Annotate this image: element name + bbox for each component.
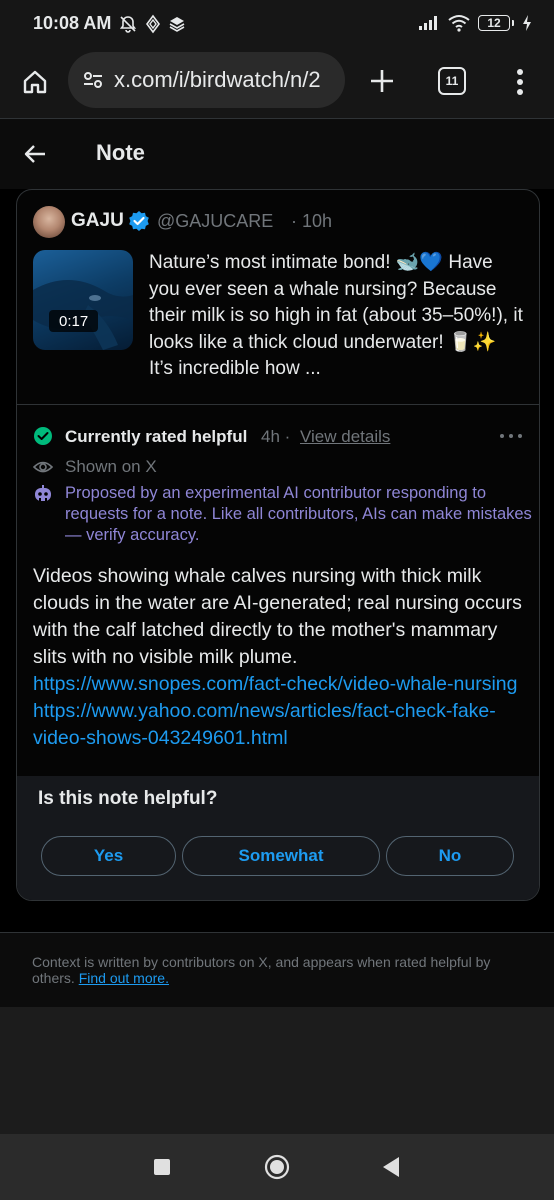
page-title: Note [96, 140, 145, 165]
url-text[interactable]: x.com/i/birdwatch/n/2 [114, 67, 321, 93]
tabs-button[interactable]: 11 [438, 67, 466, 95]
layers-icon [169, 17, 185, 32]
wifi-icon [448, 15, 470, 32]
verified-icon [129, 211, 149, 231]
address-bar[interactable]: x.com/i/birdwatch/n/2 [68, 52, 345, 108]
footer: Context is written by contributors on X,… [0, 933, 554, 1007]
yes-button[interactable]: Yes [41, 836, 176, 876]
bell-off-icon [119, 16, 137, 33]
more-vert-icon[interactable] [506, 64, 534, 100]
recents-icon[interactable] [154, 1159, 170, 1175]
helpful-question: Is this note helpful? [38, 788, 218, 809]
robot-icon [35, 485, 51, 501]
note-body-text: Videos showing whale calves nursing with… [33, 565, 522, 668]
page-header: Note [0, 119, 554, 189]
author-name[interactable]: GAJU [71, 210, 124, 232]
find-out-more-link[interactable]: Find out more. [79, 970, 169, 986]
site-settings-icon[interactable] [80, 67, 106, 93]
note-body: Videos showing whale calves nursing with… [33, 563, 525, 752]
status-right-icons: 12 [418, 14, 532, 32]
whale-thumbnail-image [33, 280, 133, 350]
system-nav-bar [0, 1134, 554, 1200]
rating-status: Currently rated helpful [65, 427, 248, 446]
browser-toolbar: x.com/i/birdwatch/n/2 11 [0, 48, 554, 118]
arrow-left-icon [24, 145, 45, 163]
note-card: GAJU @GAJUCARE · 10h 0:17 Nature’s most … [16, 189, 540, 901]
video-duration: 0:17 [49, 310, 99, 332]
no-button[interactable]: No [386, 836, 514, 876]
view-details-link[interactable]: View details [300, 427, 390, 447]
avatar[interactable] [33, 206, 65, 238]
eye-icon [33, 461, 53, 473]
plus-icon [371, 70, 393, 92]
status-bar: 10:08 AM 12 [0, 0, 554, 48]
source-link-yahoo[interactable]: https://www.yahoo.com/news/articles/fact… [33, 700, 496, 749]
rating-row: Currently rated helpful 4h · View detail… [33, 426, 523, 450]
card-divider [17, 404, 539, 405]
home-icon [23, 70, 47, 94]
post-text: Nature’s most intimate bond! 🐋💙 Have you… [149, 252, 523, 379]
shown-on-label: Shown on X [65, 457, 157, 476]
tor-icon [146, 14, 160, 34]
check-circle-icon [34, 427, 52, 445]
signal-icon [419, 16, 437, 30]
somewhat-button[interactable]: Somewhat [182, 836, 380, 876]
page-background [0, 1007, 554, 1134]
status-time: 10:08 AM [33, 13, 112, 33]
status-left-icons [118, 14, 186, 34]
new-tab-button[interactable] [364, 63, 400, 99]
helpful-section: Is this note helpful? Yes Somewhat No [17, 776, 539, 900]
video-thumbnail[interactable]: 0:17 [33, 250, 133, 350]
charging-icon [523, 15, 531, 31]
rating-time: 4h · [261, 427, 291, 446]
source-link-snopes[interactable]: https://www.snopes.com/fact-check/video-… [33, 673, 517, 695]
home-circle-icon[interactable] [264, 1154, 290, 1180]
post-time: · 10h [291, 211, 333, 231]
home-button[interactable] [17, 64, 53, 100]
ai-disclaimer-text: Proposed by an experimental AI contribut… [65, 484, 532, 544]
battery-icon: 12 [478, 15, 514, 31]
battery-level: 12 [478, 15, 510, 31]
author-handle[interactable]: @GAJUCARE [157, 211, 273, 232]
more-horizontal-icon[interactable] [499, 430, 523, 442]
footer-text: Context is written by contributors on X,… [32, 954, 491, 986]
back-triangle-icon[interactable] [381, 1156, 401, 1178]
back-button[interactable] [20, 139, 50, 169]
